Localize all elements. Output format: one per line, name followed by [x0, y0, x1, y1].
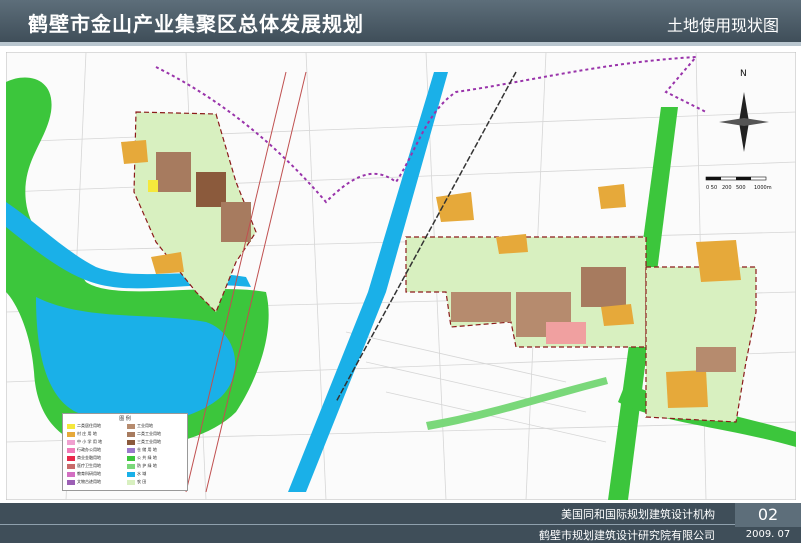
legend-item: 二类工业用地: [127, 431, 187, 438]
scale-label-0: 0 50: [706, 185, 717, 191]
north-label: N: [740, 69, 747, 79]
legend-label: 医疗卫生用地: [77, 463, 101, 468]
legend-label: 中 小 学 用 地: [77, 439, 103, 444]
legend-item: 村 庄 用 地: [67, 431, 127, 438]
organization-1: 美国同和国际规划建筑设计机构: [561, 508, 715, 521]
legend-label: 二类居住用地: [77, 423, 101, 428]
scale-label-1: 200: [722, 185, 732, 191]
west-residential-block: [148, 180, 158, 192]
legend-swatch: [67, 456, 75, 461]
legend-item: 文物古迹用地: [67, 479, 127, 486]
legend-item: 行政办公用地: [67, 447, 127, 454]
main-industry-block-1: [451, 292, 511, 322]
legend-label: 村 庄 用 地: [77, 431, 97, 436]
legend-label: 工业用地: [137, 423, 153, 428]
map-legend: 图 例 二类居住用地村 庄 用 地中 小 学 用 地行政办公用地 商业金融用地 医疗…: [62, 413, 188, 491]
organization-2: 鹤壁市规划建筑设计研究院有限公司: [539, 529, 715, 542]
legend-label: 防 护 绿 地: [137, 463, 157, 468]
main-village-2: [601, 304, 634, 326]
legend-swatch: [127, 440, 135, 445]
legend-label: 农 田: [137, 479, 147, 484]
legend-swatch: [127, 448, 135, 453]
legend-swatch: [67, 464, 75, 469]
legend-swatch: [67, 432, 75, 437]
plan-date: 2009. 07: [745, 529, 791, 540]
west-industry-block-1: [156, 152, 191, 192]
legend-item: 医疗卫生用地: [67, 463, 127, 470]
main-industry-block-3: [581, 267, 626, 307]
legend-item: 教育科研用地: [67, 471, 127, 478]
legend-item: 工业用地: [127, 423, 187, 430]
legend-title: 图 例: [119, 416, 131, 422]
main-village-1: [496, 234, 528, 254]
east-village-2: [666, 370, 708, 408]
legend-item: 二类居住用地: [67, 423, 127, 430]
scale-label-2: 500: [736, 185, 746, 191]
northeast-village: [598, 184, 626, 209]
legend-label: 二类工业用地: [137, 431, 161, 436]
legend-swatch: [67, 448, 75, 453]
legend-label: 三类工业用地: [137, 439, 161, 444]
legend-label: 文物古迹用地: [77, 479, 101, 484]
legend-swatch: [127, 464, 135, 469]
main-industry-block-4: [546, 322, 586, 344]
legend-swatch: [127, 424, 135, 429]
legend-item: 农 田: [127, 479, 187, 486]
legend-label: 公 共 绿 地: [137, 455, 157, 460]
legend-swatch: [127, 456, 135, 461]
scale-bar: [705, 176, 767, 181]
east-village-1: [696, 240, 741, 282]
legend-item: 仓 储 用 地: [127, 447, 187, 454]
legend-item: 三类工业用地: [127, 439, 187, 446]
header-divider: [0, 42, 801, 46]
legend-label: 商业金融用地: [77, 455, 101, 460]
legend-swatch: [127, 480, 135, 485]
scale-label-3: 1000m: [754, 185, 772, 191]
legend-item: 水 域: [127, 471, 187, 478]
legend-item: 商业金融用地: [67, 455, 127, 462]
legend-item: 防 护 绿 地: [127, 463, 187, 470]
map-subtitle: 土地使用现状图: [666, 16, 779, 35]
legend-item: 中 小 学 用 地: [67, 439, 127, 446]
plan-title: 鹤壁市金山产业集聚区总体发展规划: [28, 12, 364, 36]
legend-label: 水 域: [137, 471, 147, 476]
footer-divider: [0, 524, 735, 525]
west-industry-block-2: [196, 172, 226, 207]
legend-item: 公 共 绿 地: [127, 455, 187, 462]
legend-swatch: [67, 472, 75, 477]
legend-swatch: [67, 480, 75, 485]
west-village-1: [121, 140, 148, 164]
page-number: 02: [735, 503, 801, 527]
east-industry-block: [696, 347, 736, 372]
legend-label: 教育科研用地: [77, 471, 101, 476]
legend-swatch: [67, 424, 75, 429]
title-bar: 鹤壁市金山产业集聚区总体发展规划 土地使用现状图: [0, 0, 801, 42]
legend-swatch: [67, 440, 75, 445]
legend-label: 仓 储 用 地: [137, 447, 157, 452]
legend-label: 行政办公用地: [77, 447, 101, 452]
legend-swatch: [127, 432, 135, 437]
legend-swatch: [127, 472, 135, 477]
footer-bar: 美国同和国际规划建筑设计机构 鹤壁市规划建筑设计研究院有限公司 02 2009.…: [0, 503, 801, 543]
